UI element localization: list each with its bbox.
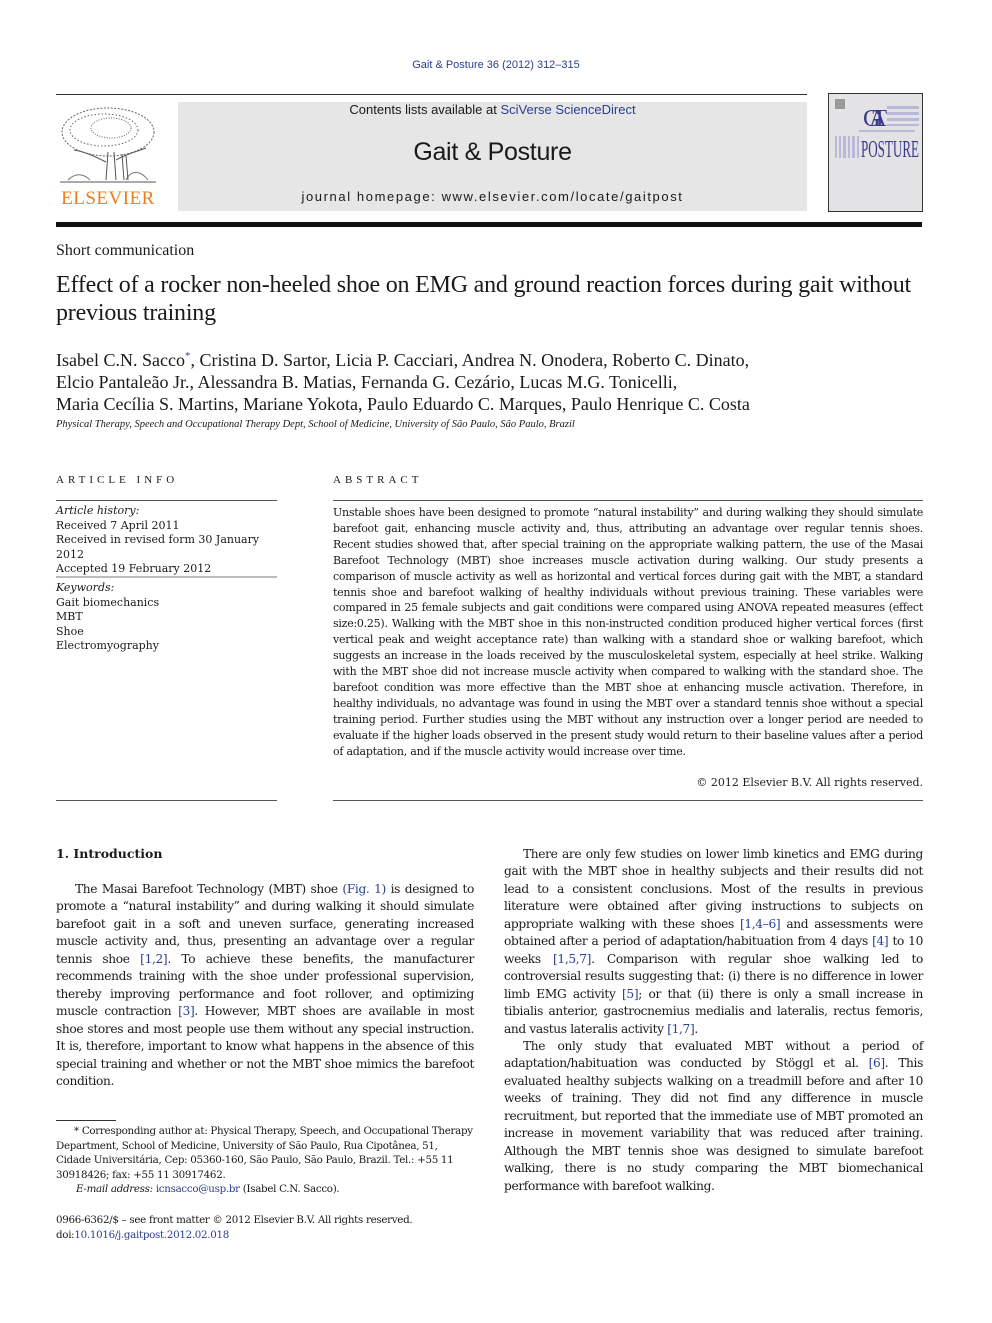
elsevier-logo[interactable]: ELSEVIER: [56, 102, 160, 214]
journal-homepage[interactable]: journal homepage: www.elsevier.com/locat…: [178, 189, 807, 204]
citation-link[interactable]: [1,7]: [667, 1022, 695, 1036]
abstract-copyright: © 2012 Elsevier B.V. All rights reserved…: [696, 776, 923, 789]
paragraph: There are only few studies on lower limb…: [504, 846, 923, 1038]
section-heading-introduction: 1. Introduction: [56, 846, 163, 861]
header-divider: [56, 94, 807, 95]
body-right-column: There are only few studies on lower limb…: [504, 846, 923, 1195]
history-label: Article history:: [56, 504, 140, 517]
abstract-bottom-rule: [333, 800, 923, 801]
journal-masthead: Contents lists available at SciVerse Sci…: [178, 102, 807, 211]
journal-cover[interactable]: GAIT POSTURE: [828, 93, 923, 212]
text-run: .: [694, 1021, 698, 1036]
cover-title-bottom: POSTURE: [861, 137, 919, 163]
history-accepted: Accepted 19 February 2012: [56, 562, 212, 575]
contents-prefix: Contents lists available at: [349, 102, 501, 117]
journal-citation[interactable]: Gait & Posture 36 (2012) 312–315: [0, 59, 992, 71]
article-title: Effect of a rocker non-heeled shoe on EM…: [56, 272, 912, 326]
email-link[interactable]: icnsacco@usp.br: [156, 1183, 240, 1195]
body-left-column: The Masai Barefoot Technology (MBT) shoe…: [56, 881, 474, 1090]
keywords-block: Keywords: Gait biomechanics MBT Shoe Ele…: [56, 581, 281, 654]
keyword-item: Gait biomechanics: [56, 595, 160, 609]
abstract-rule: [333, 500, 923, 501]
authors-line-3: Maria Cecília S. Martins, Mariane Yokota…: [56, 394, 750, 414]
authors-line-2: Elcio Pantaleão Jr., Alessandra B. Matia…: [56, 372, 678, 392]
publisher-logo-text: ELSEVIER: [61, 188, 155, 209]
article-info-rule: [56, 500, 277, 501]
article-type: Short communication: [56, 242, 195, 259]
email-suffix: (Isabel C.N. Sacco).: [239, 1183, 340, 1196]
history-revised: Received in revised form 30 January 2012: [56, 533, 260, 561]
journal-title: Gait & Posture: [413, 138, 572, 166]
text-run: . This evaluated healthy subjects walkin…: [504, 1056, 923, 1193]
doi-note: doi:10.1016/j.gaitpost.2012.02.018: [56, 1228, 474, 1243]
cover-art-icon: GAIT POSTURE: [835, 99, 919, 163]
text-run: The Masai Barefoot Technology (MBT) shoe: [75, 882, 343, 896]
paragraph: The Masai Barefoot Technology (MBT) shoe…: [56, 881, 474, 1090]
keyword-item: Electromyography: [56, 639, 159, 652]
sciencedirect-link[interactable]: SciVerse ScienceDirect: [500, 102, 635, 117]
keyword-item: MBT: [56, 610, 83, 623]
header-thick-rule: [56, 222, 922, 227]
citation-link[interactable]: [3]: [178, 1004, 195, 1018]
article-info-bottom-rule: [56, 800, 277, 801]
doi-prefix: doi:: [56, 1228, 75, 1241]
text-run: The only study that evaluated MBT withou…: [504, 1038, 923, 1071]
corresponding-author-note: * Corresponding author at: Physical Ther…: [56, 1125, 473, 1181]
article-info-heading: ARTICLE INFO: [56, 474, 179, 486]
citation-link[interactable]: [1,4–6]: [740, 917, 781, 931]
tree-icon: [60, 107, 156, 183]
contents-availability: Contents lists available at SciVerse Sci…: [178, 102, 807, 118]
keyword-item: Shoe: [56, 624, 84, 638]
email-note: E-mail address: icnsacco@usp.br (Isabel …: [56, 1182, 474, 1197]
history-received: Received 7 April 2011: [56, 518, 180, 532]
cover-title-top: GAIT: [863, 106, 887, 132]
paragraph: The only study that evaluated MBT withou…: [504, 1038, 923, 1195]
abstract-heading: ABSTRACT: [333, 474, 423, 486]
abstract-text: Unstable shoes have been designed to pro…: [333, 506, 923, 758]
citation-link[interactable]: (Fig. 1): [342, 882, 386, 896]
author-first: Isabel C.N. Sacco: [56, 350, 185, 370]
article-history: Article history: Received 7 April 2011 R…: [56, 504, 281, 577]
authors-line-1-rest: , Cristina D. Sartor, Licia P. Cacciari,…: [190, 350, 750, 370]
keywords-rule: [56, 576, 277, 578]
citation-link[interactable]: [5]: [622, 987, 639, 1001]
front-matter-note: 0966-6362/$ – see front matter © 2012 El…: [56, 1213, 413, 1226]
doi-link[interactable]: 10.1016/j.gaitpost.2012.02.018: [74, 1229, 229, 1241]
citation-link[interactable]: [1,2]: [140, 952, 168, 966]
citation-link[interactable]: [4]: [872, 934, 889, 948]
author-list: Isabel C.N. Sacco*, Cristina D. Sartor, …: [56, 345, 936, 415]
affiliation: Physical Therapy, Speech and Occupationa…: [56, 419, 575, 430]
email-label: E-mail address:: [76, 1183, 153, 1196]
citation-link[interactable]: [1,5,7]: [553, 952, 591, 966]
footnotes: * Corresponding author at: Physical Ther…: [56, 1124, 474, 1242]
footnote-rule: [56, 1120, 116, 1121]
keywords-label: Keywords:: [56, 581, 115, 594]
authors-line-1: Isabel C.N. Sacco*, Cristina D. Sartor, …: [56, 345, 936, 371]
citation-link[interactable]: [6]: [869, 1056, 886, 1070]
